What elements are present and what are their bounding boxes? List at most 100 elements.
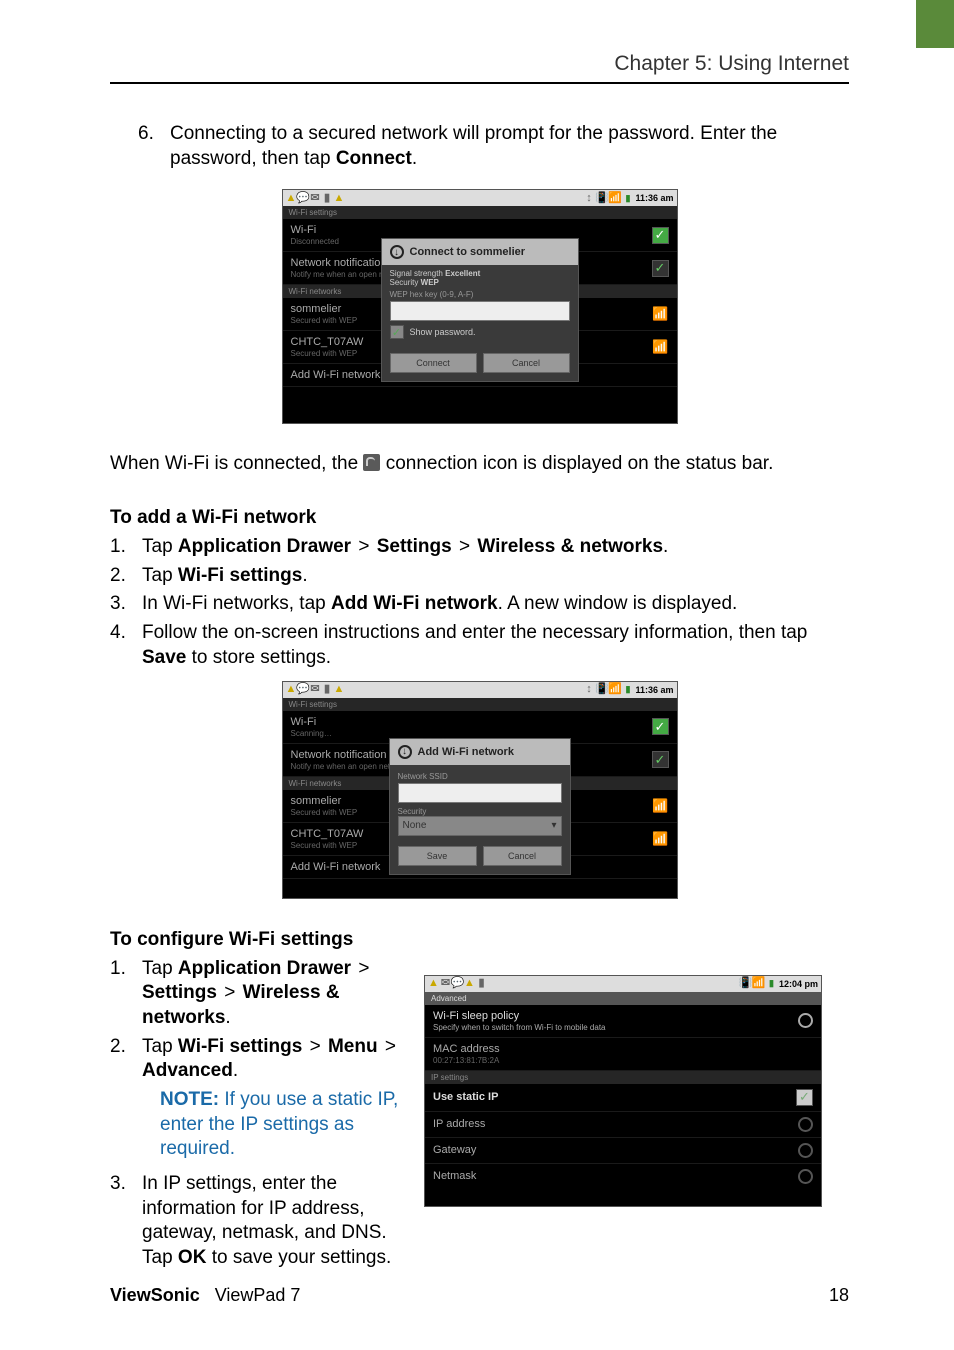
gateway-row[interactable]: Gateway [425, 1138, 821, 1164]
radio-icon[interactable] [798, 1143, 813, 1158]
step-text: Connecting to a secured network will pro… [170, 122, 849, 171]
step-text: Follow the on-screen instructions and en… [142, 621, 849, 670]
screenshot-connect-dialog: ▲ 💬 ✉ ▮ ▲ ↕ 📳 📶 ▮ 11:36 am Wi-Fi setting… [282, 189, 678, 424]
footer-left: ViewSonic ViewPad 7 [110, 1285, 300, 1306]
step-6: 6. Connecting to a secured network will … [110, 122, 849, 171]
page-footer: ViewSonic ViewPad 7 18 [110, 1285, 849, 1306]
battery-icon: ▮ [622, 193, 633, 204]
add-wifi-heading: To add a Wi-Fi network [110, 507, 849, 529]
warning-icon: ▲ [428, 978, 439, 989]
ip-address-row[interactable]: IP address [425, 1112, 821, 1138]
warning-icon: ▲ [334, 684, 345, 695]
status-time: 11:36 am [635, 193, 673, 203]
chapter-title: Chapter 5: Using Internet [110, 52, 849, 84]
step-text: In Wi-Fi networks, tap Add Wi-Fi network… [142, 592, 737, 617]
step-text: In IP settings, enter the information fo… [142, 1172, 400, 1271]
wifi-connected-text: When Wi-Fi is connected, the connection … [110, 452, 849, 477]
status-right: ↕ 📳 📶 ▮ 11:36 am [583, 193, 673, 204]
battery-icon: ▮ [766, 978, 777, 989]
section-header: Advanced [425, 992, 821, 1005]
signal-icon: 📶 [609, 684, 620, 695]
checkbox-on-icon[interactable]: ✓ [652, 227, 669, 244]
radio-icon[interactable] [798, 1117, 813, 1132]
step-number: 4. [110, 621, 132, 670]
show-password-row[interactable]: ✓ Show password. [390, 325, 570, 339]
add-network-dialog: ↓ Add Wi-Fi network Network SSID Securit… [389, 738, 571, 875]
warning-icon: ▲ [286, 193, 297, 204]
configure-heading: To configure Wi-Fi settings [110, 929, 849, 951]
step-text: Tap Wi-Fi settings > Menu > Advanced. [142, 1035, 400, 1084]
checkbox-icon[interactable]: ✓ [652, 751, 669, 768]
ssid-label: Network SSID [398, 772, 562, 781]
step-text: Tap Application Drawer > Settings > Wire… [142, 957, 400, 1031]
section-header: Wi-Fi settings [283, 206, 677, 219]
wifi-status-icon [363, 454, 380, 471]
step-number: 2. [110, 1035, 132, 1084]
dialog-title: ↓ Add Wi-Fi network [390, 739, 570, 765]
step-number: 2. [110, 564, 132, 589]
checkbox-icon[interactable]: ✓ [796, 1089, 813, 1106]
warning-icon: ▲ [464, 978, 475, 989]
password-input[interactable] [390, 301, 570, 321]
use-static-ip-row[interactable]: Use static IP ✓ [425, 1084, 821, 1112]
step-text: Tap Application Drawer > Settings > Wire… [142, 535, 668, 560]
sd-icon: ▮ [476, 978, 487, 989]
step-number: 1. [110, 535, 132, 560]
wifi-lock-icon: 📶 [652, 306, 668, 322]
sync-icon: ↕ [583, 684, 594, 695]
password-label: WEP hex key (0-9, A-F) [390, 290, 570, 299]
mail-icon: ✉ [310, 684, 321, 695]
ip-settings-header: IP settings [425, 1071, 821, 1084]
screenshot-add-network: ▲ 💬 ✉ ▮ ▲ ↕ 📳 📶 ▮ 11:36 am Wi-Fi setting… [282, 681, 678, 899]
signal-icon: 📶 [609, 193, 620, 204]
step-text: Tap Wi-Fi settings. [142, 564, 308, 589]
vibrate-icon: 📳 [740, 978, 751, 989]
screenshot-advanced: ▲ ✉ 💬 ▲ ▮ 📳 📶 ▮ 12:04 pm Advanced [424, 975, 822, 1207]
checkbox-on-icon[interactable]: ✓ [652, 718, 669, 735]
sd-icon: ▮ [322, 193, 333, 204]
vibrate-icon: 📳 [596, 684, 607, 695]
security-label: Security [398, 807, 562, 816]
warning-icon: ▲ [286, 684, 297, 695]
security-row: Security WEP [390, 278, 570, 287]
checkbox-icon[interactable]: ✓ [652, 260, 669, 277]
signal-icon: 📶 [753, 978, 764, 989]
sd-icon: ▮ [322, 684, 333, 695]
dialog-title: ↓ Connect to sommelier [382, 239, 578, 265]
wifi-lock-icon: 📶 [652, 831, 668, 847]
ssid-input[interactable] [398, 783, 562, 803]
save-button[interactable]: Save [398, 846, 477, 866]
dialog-title-icon: ↓ [390, 245, 404, 259]
vibrate-icon: 📳 [596, 193, 607, 204]
sleep-policy-row[interactable]: Wi-Fi sleep policySpecify when to switch… [425, 1005, 821, 1038]
page-number: 18 [829, 1285, 849, 1306]
green-tab [916, 0, 954, 48]
connect-button[interactable]: Connect [390, 353, 477, 373]
sms-icon: 💬 [452, 978, 463, 989]
status-bar: ▲ ✉ 💬 ▲ ▮ 📳 📶 ▮ 12:04 pm [425, 976, 821, 992]
sms-icon: 💬 [298, 193, 309, 204]
checkbox-icon[interactable]: ✓ [390, 325, 404, 339]
warning-icon: ▲ [334, 193, 345, 204]
mail-icon: ✉ [310, 193, 321, 204]
step-number: 6. [138, 122, 160, 171]
signal-strength-row: Signal strength Excellent [390, 269, 570, 278]
status-bar: ▲ 💬 ✉ ▮ ▲ ↕ 📳 📶 ▮ 11:36 am [283, 190, 677, 206]
cancel-button[interactable]: Cancel [483, 846, 562, 866]
wifi-lock-icon: 📶 [652, 339, 668, 355]
radio-icon[interactable] [798, 1169, 813, 1184]
mail-icon: ✉ [440, 978, 451, 989]
status-left-icons: ▲ 💬 ✉ ▮ ▲ [286, 193, 345, 204]
wifi-lock-icon: 📶 [652, 798, 668, 814]
section-header: Wi-Fi settings [283, 698, 677, 711]
cancel-button[interactable]: Cancel [483, 353, 570, 373]
battery-icon: ▮ [622, 684, 633, 695]
netmask-row[interactable]: Netmask [425, 1164, 821, 1189]
radio-icon[interactable] [798, 1013, 813, 1028]
connect-dialog: ↓ Connect to sommelier Signal strength E… [381, 238, 579, 382]
note-text: NOTE: If you use a static IP, enter the … [110, 1088, 400, 1162]
status-time: 11:36 am [635, 685, 673, 695]
status-bar: ▲ 💬 ✉ ▮ ▲ ↕ 📳 📶 ▮ 11:36 am [283, 682, 677, 698]
sync-icon: ↕ [583, 193, 594, 204]
security-select[interactable]: None▾ [398, 816, 562, 836]
